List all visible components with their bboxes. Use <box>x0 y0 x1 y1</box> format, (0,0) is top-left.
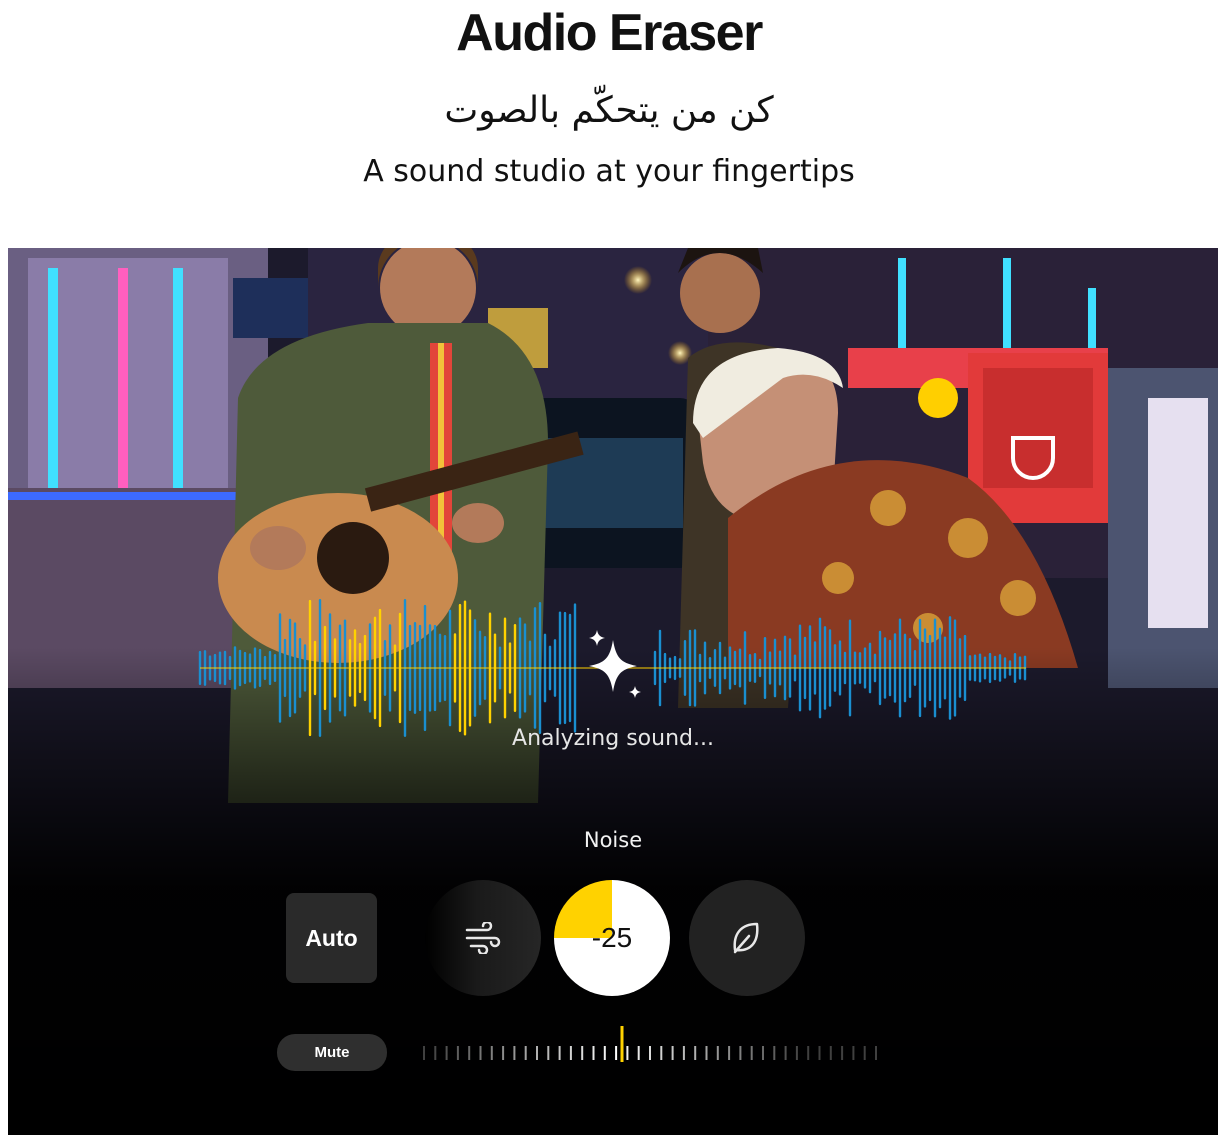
page-title: Audio Eraser <box>456 4 763 62</box>
street-music-video-frame <box>8 248 1218 1135</box>
noise-level-value: -25 <box>591 922 633 953</box>
control-label: Noise <box>583 828 643 852</box>
nature-sound-button[interactable] <box>689 880 805 996</box>
arabic-tagline: كن من يتحكّم بالصوت <box>444 90 774 131</box>
wind-icon <box>465 922 501 954</box>
level-slider[interactable] <box>418 1020 888 1090</box>
analyzing-status: Analyzing sound... <box>512 726 714 751</box>
english-tagline: A sound studio at your fingertips <box>363 154 855 189</box>
leaf-icon <box>733 922 759 954</box>
noise-level-button[interactable]: -25 <box>554 880 670 996</box>
video-editor-panel: Analyzing sound... Noise Auto -25 Mute <box>8 248 1218 1135</box>
mute-button[interactable]: Mute <box>277 1034 387 1071</box>
wind-button[interactable] <box>425 880 541 996</box>
page-header: Audio Eraser كن من يتحكّم بالصوت A sound… <box>0 0 1218 248</box>
auto-button[interactable]: Auto <box>286 893 377 983</box>
